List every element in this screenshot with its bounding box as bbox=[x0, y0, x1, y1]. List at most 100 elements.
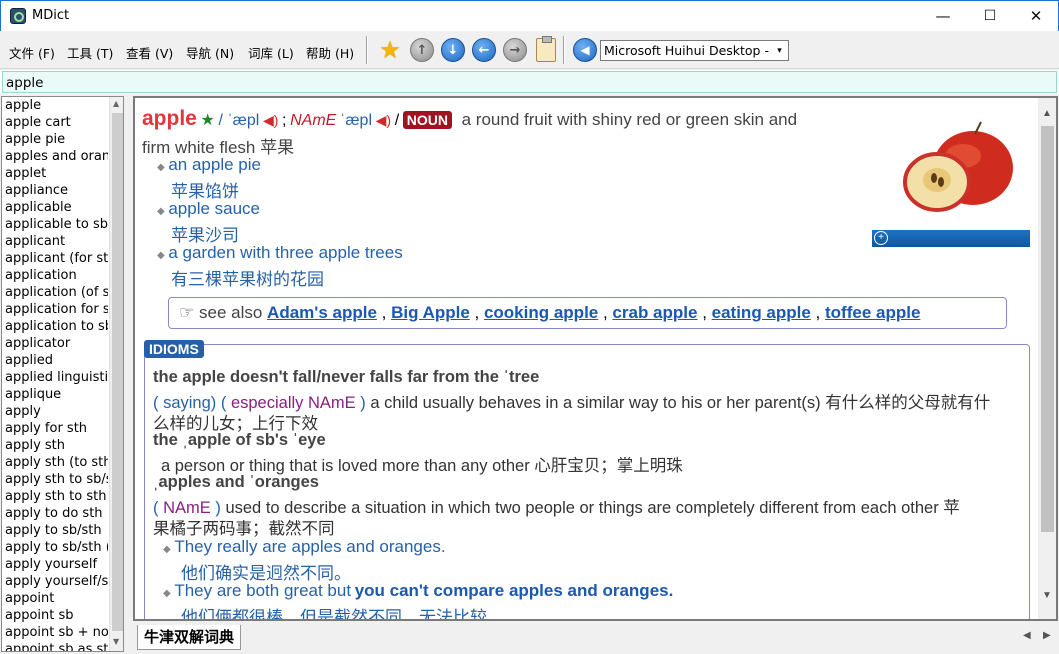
word-list-item[interactable]: apple pie bbox=[2, 131, 108, 148]
idiom-example-zh: 他们俩都很棒，但是截然不同，无法比较。 bbox=[181, 608, 504, 621]
bullet-icon: ◆ bbox=[163, 544, 171, 555]
word-list-item[interactable]: applicable to sb/sth bbox=[2, 216, 108, 233]
word-list-item[interactable]: apply to sb/sth bbox=[2, 522, 108, 539]
word-list-item[interactable]: apply sth bbox=[2, 437, 108, 454]
speaker-icon[interactable]: ◀) bbox=[263, 112, 278, 128]
entry-headline: apple ★ / ˈæpl ◀) ; NAmE ˈæpl ◀) / NOUN … bbox=[142, 107, 902, 131]
scroll-thumb[interactable] bbox=[112, 113, 123, 631]
pos-badge: NOUN bbox=[402, 111, 452, 129]
scroll-down-icon[interactable]: ▼ bbox=[113, 637, 119, 646]
word-list-item[interactable]: apply for sth bbox=[2, 420, 108, 437]
maximize-button[interactable]: ☐ bbox=[967, 1, 1013, 31]
word-list-item[interactable]: apply yourself bbox=[2, 556, 108, 573]
see-also-link[interactable]: Big Apple bbox=[391, 303, 470, 322]
word-list-item[interactable]: application to sb bbox=[2, 318, 108, 335]
close-button[interactable]: ✕ bbox=[1013, 1, 1059, 31]
slash: / bbox=[394, 112, 400, 129]
tab-scroll-left-icon[interactable]: ◀ bbox=[1023, 630, 1031, 641]
see-also-link[interactable]: Adam's apple bbox=[267, 303, 377, 322]
back-arrow-icon[interactable]: ← bbox=[472, 38, 496, 62]
word-list-item[interactable]: applied bbox=[2, 352, 108, 369]
word-list-item[interactable]: application bbox=[2, 267, 108, 284]
word-list-item[interactable]: applied linguistics bbox=[2, 369, 108, 386]
word-list-item[interactable]: applicant (for sth) bbox=[2, 250, 108, 267]
word-list: appleapple cartapple pieapples and orang… bbox=[1, 96, 124, 652]
word-list-item[interactable]: application (of sth) bbox=[2, 284, 108, 301]
idiom-example-en: They are both great but bbox=[174, 581, 352, 600]
menu-help[interactable]: 帮助 (H) bbox=[306, 43, 354, 62]
word-list-item[interactable]: applicable bbox=[2, 199, 108, 216]
clipboard-icon[interactable] bbox=[536, 36, 556, 62]
see-also-link[interactable]: toffee apple bbox=[825, 303, 920, 322]
chevron-down-icon[interactable]: ▾ bbox=[771, 41, 788, 60]
menu-file[interactable]: 文件 (F) bbox=[9, 43, 55, 62]
see-also-label: see also bbox=[198, 303, 263, 322]
word-list-item[interactable]: appoint sb as sth bbox=[2, 641, 108, 651]
semicolon: ; bbox=[282, 112, 287, 129]
apple-illustration bbox=[901, 120, 1021, 220]
word-list-items: appleapple cartapple pieapples and orang… bbox=[2, 97, 123, 651]
idiom-label: ) bbox=[360, 394, 366, 412]
see-also-box: ☞ see also Adam's apple , Big Apple , co… bbox=[168, 297, 1007, 329]
menu-view[interactable]: 查看 (V) bbox=[126, 43, 173, 62]
word-list-item[interactable]: apply to do sth bbox=[2, 505, 108, 522]
menu-tools[interactable]: 工具 (T) bbox=[67, 43, 113, 62]
image-zoom-bar[interactable]: + bbox=[872, 230, 1030, 247]
tab-scroll-right-icon[interactable]: ▶ bbox=[1043, 630, 1051, 641]
word-list-item[interactable]: appliance bbox=[2, 182, 108, 199]
see-also-link[interactable]: eating apple bbox=[712, 303, 811, 322]
word-list-item[interactable]: apples and oranges bbox=[2, 148, 108, 165]
word-list-item[interactable]: apply yourself/sth bbox=[2, 573, 108, 590]
word-list-item[interactable]: applique bbox=[2, 386, 108, 403]
word-list-item[interactable]: apply bbox=[2, 403, 108, 420]
title-bar: MDict — ☐ ✕ bbox=[0, 0, 1059, 31]
word-list-item[interactable]: application for sth bbox=[2, 301, 108, 318]
headword: apple bbox=[142, 107, 197, 130]
word-list-item[interactable]: apply sth (to sth) bbox=[2, 454, 108, 471]
tab-oxford[interactable]: 牛津双解词典 bbox=[137, 625, 241, 650]
speak-icon[interactable]: ◀ bbox=[573, 38, 597, 62]
menu-toolbar: 文件 (F) 工具 (T) 查看 (V) 导航 (N) 词库 (L) 帮助 (H… bbox=[0, 31, 1059, 69]
word-list-item[interactable]: appoint sb + noun bbox=[2, 624, 108, 641]
voice-select-value: Microsoft Huihui Desktop - C bbox=[604, 43, 782, 58]
word-list-item[interactable]: apply to sb/sth (for sth) bbox=[2, 539, 108, 556]
arrow-down-icon[interactable]: ↓ bbox=[441, 38, 465, 62]
voice-select[interactable]: Microsoft Huihui Desktop - C ▾ bbox=[600, 40, 789, 61]
word-list-scrollbar[interactable]: ▲ ▼ bbox=[109, 97, 123, 651]
word-list-item[interactable]: apple cart bbox=[2, 114, 108, 131]
see-also-link[interactable]: cooking apple bbox=[484, 303, 598, 322]
scroll-up-icon[interactable]: ▲ bbox=[113, 99, 119, 108]
arrow-up-gray-icon[interactable]: ↑ bbox=[410, 38, 434, 62]
scroll-thumb[interactable] bbox=[1041, 126, 1054, 532]
word-list-item[interactable]: applicator bbox=[2, 335, 108, 352]
speaker-icon[interactable]: ◀) bbox=[376, 112, 391, 128]
entry-scrollbar[interactable]: ▲ ▼ bbox=[1038, 98, 1056, 619]
menu-navigate[interactable]: 导航 (N) bbox=[186, 43, 234, 62]
see-also-link[interactable]: crab apple bbox=[612, 303, 697, 322]
idiom-definition: a person or thing that is loved more tha… bbox=[161, 457, 683, 475]
minimize-button[interactable]: — bbox=[920, 1, 966, 31]
search-bar: apple bbox=[0, 70, 1059, 94]
mdict-app-icon bbox=[10, 8, 26, 24]
word-list-item[interactable]: apply sth to sb/sth bbox=[2, 471, 108, 488]
word-list-item[interactable]: applicant bbox=[2, 233, 108, 250]
idiom-definition: ( NAmE ) used to describe a situation in… bbox=[153, 494, 1023, 517]
word-list-item[interactable]: applet bbox=[2, 165, 108, 182]
word-list-item[interactable]: appoint sb bbox=[2, 607, 108, 624]
zoom-icon[interactable]: + bbox=[874, 231, 888, 245]
menu-library[interactable]: 词库 (L) bbox=[248, 43, 294, 62]
bullet-icon: ◆ bbox=[157, 162, 165, 173]
idiom-heading: the apple doesn't fall/never falls far f… bbox=[153, 368, 540, 386]
word-list-item[interactable]: apple bbox=[2, 97, 108, 114]
favorite-star-icon[interactable]: ★ bbox=[377, 37, 403, 63]
region-label: NAmE bbox=[290, 112, 337, 129]
scroll-up-icon[interactable]: ▲ bbox=[1042, 108, 1052, 119]
word-list-item[interactable]: apply sth to sth bbox=[2, 488, 108, 505]
star-icon[interactable]: ★ bbox=[200, 112, 214, 129]
forward-arrow-icon[interactable]: → bbox=[503, 38, 527, 62]
scroll-down-icon[interactable]: ▼ bbox=[1042, 590, 1052, 601]
search-input[interactable]: apple bbox=[2, 71, 1057, 93]
idiom-heading: ˌapples and ˈoranges bbox=[153, 473, 319, 491]
word-list-item[interactable]: appoint bbox=[2, 590, 108, 607]
idioms-badge: IDIOMS bbox=[144, 340, 204, 358]
